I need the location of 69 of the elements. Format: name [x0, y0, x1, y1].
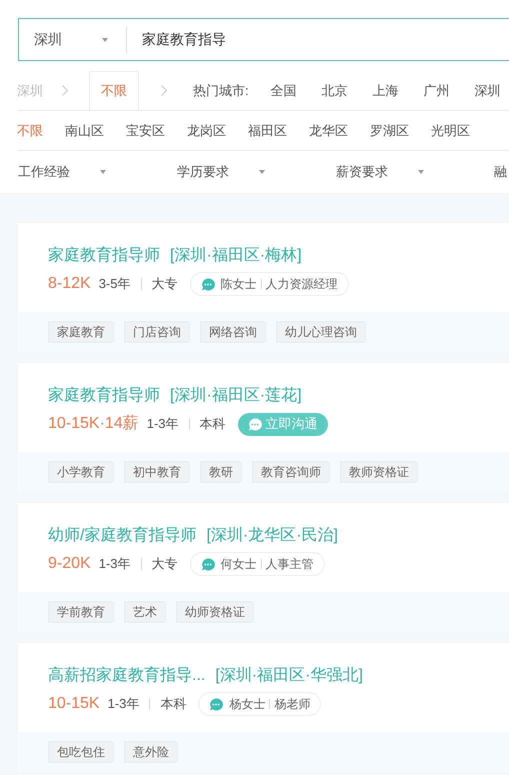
district-option[interactable]: 光明区 — [431, 120, 470, 140]
hot-cities-label: 热门城市: — [193, 82, 249, 100]
search-field[interactable]: 家庭教育指导 — [142, 29, 509, 50]
job-location: [深圳·福田区·华强北] — [215, 666, 363, 686]
district-option[interactable]: 龙岗区 — [187, 120, 226, 140]
recruiter-role: 人力资源经理 — [266, 276, 338, 293]
job-tag: 幼师资格证 — [176, 601, 254, 623]
recruiter-role: 人事主管 — [266, 556, 314, 573]
caret-icon — [100, 170, 106, 174]
job-experience: 1-3年 — [146, 415, 179, 434]
filter-dropdown[interactable]: 薪资要求 — [336, 162, 495, 182]
chat-bubble-icon — [209, 698, 224, 710]
job-tag: 网络咨询 — [200, 321, 266, 343]
job-education: 本科 — [160, 695, 186, 714]
caret-icon — [259, 170, 265, 174]
job-tag: 艺术 — [124, 601, 166, 623]
job-tag: 教育咨询师 — [252, 461, 330, 483]
chat-bubble-icon — [248, 418, 262, 430]
recruiter-name: 陈女士 — [220, 276, 256, 293]
job-salary: 8-12K — [48, 274, 91, 294]
filter-dropdown[interactable]: 工作经验 — [18, 162, 177, 182]
hot-city-link[interactable]: 深圳 — [474, 71, 501, 110]
hot-city-link[interactable]: 全国 — [270, 71, 297, 110]
district-option[interactable]: 罗湖区 — [370, 120, 409, 140]
job-card[interactable]: 幼师/家庭教育指导师 [深圳·龙华区·民治] 9-20K 1-3年 大专 何女士 人事主管 学前教育 艺术 幼师资格证 — [18, 503, 509, 632]
job-salary: 10-15K — [48, 694, 100, 714]
job-salary: 9-20K — [48, 554, 91, 574]
chat-bubble-icon — [200, 278, 214, 290]
job-tag: 小学教育 — [48, 461, 114, 483]
job-location: [深圳·福田区·梅林] — [170, 246, 302, 266]
hot-city-link[interactable]: 北京 — [322, 71, 348, 110]
district-option[interactable]: 宝安区 — [126, 120, 165, 140]
recruiter-name: 杨女士 — [229, 696, 266, 713]
search-bar[interactable]: 深圳 家庭教育指导 — [18, 18, 509, 61]
job-tag: 教研 — [200, 461, 242, 483]
job-experience: 1-3年 — [108, 695, 140, 714]
job-tag: 意外险 — [124, 741, 178, 763]
job-education: 大专 — [152, 555, 178, 574]
job-tag: 教师资格证 — [340, 461, 418, 483]
job-tag: 门店咨询 — [124, 321, 190, 343]
caret-icon — [418, 170, 424, 174]
caret-icon — [102, 38, 108, 42]
recruiter-role: 杨老师 — [274, 696, 310, 713]
job-education: 大专 — [152, 275, 178, 294]
hot-city-link[interactable]: 上海 — [372, 71, 399, 110]
filter-dropdown[interactable]: 融 — [494, 162, 509, 182]
job-tag: 幼儿心理咨询 — [276, 321, 366, 343]
chevron-right-icon — [62, 85, 68, 96]
district-option[interactable]: 南山区 — [65, 120, 104, 140]
job-card[interactable]: 家庭教育指导师 [深圳·福田区·梅林] 8-12K 3-5年 大专 陈女士 人力资源经理 家庭教育 门店咨询 网络咨询 幼儿心理咨询 — [18, 223, 509, 352]
job-location: [深圳·福田区·莲花] — [170, 386, 302, 406]
chevron-right-icon — [161, 85, 167, 96]
job-tag: 学前教育 — [48, 601, 114, 623]
job-tag: 包吃包住 — [48, 741, 114, 763]
job-experience: 3-5年 — [98, 275, 130, 294]
district-option[interactable]: 龙华区 — [309, 120, 348, 140]
job-tag: 初中教育 — [124, 461, 190, 483]
job-tag: 家庭教育 — [48, 321, 114, 343]
recruiter-name: 何女士 — [220, 556, 256, 573]
job-education: 本科 — [200, 415, 226, 434]
hot-city-link[interactable]: 广州 — [424, 71, 450, 110]
job-salary: 10-15K·14薪 — [48, 414, 139, 434]
job-location: [深圳·龙华区·民治] — [206, 526, 338, 546]
city-dropdown[interactable]: 深圳 — [19, 26, 127, 52]
district-option[interactable]: 福田区 — [248, 120, 287, 140]
job-card[interactable]: 高薪招家庭教育指导... [深圳·福田区·华强北] 10-15K 1-3年 本科 杨女士 杨老师 包吃包住 意外险 — [18, 643, 509, 772]
chat-bubble-icon — [200, 558, 214, 570]
job-experience: 1-3年 — [98, 555, 130, 574]
filter-dropdown[interactable]: 学历要求 — [177, 162, 336, 182]
